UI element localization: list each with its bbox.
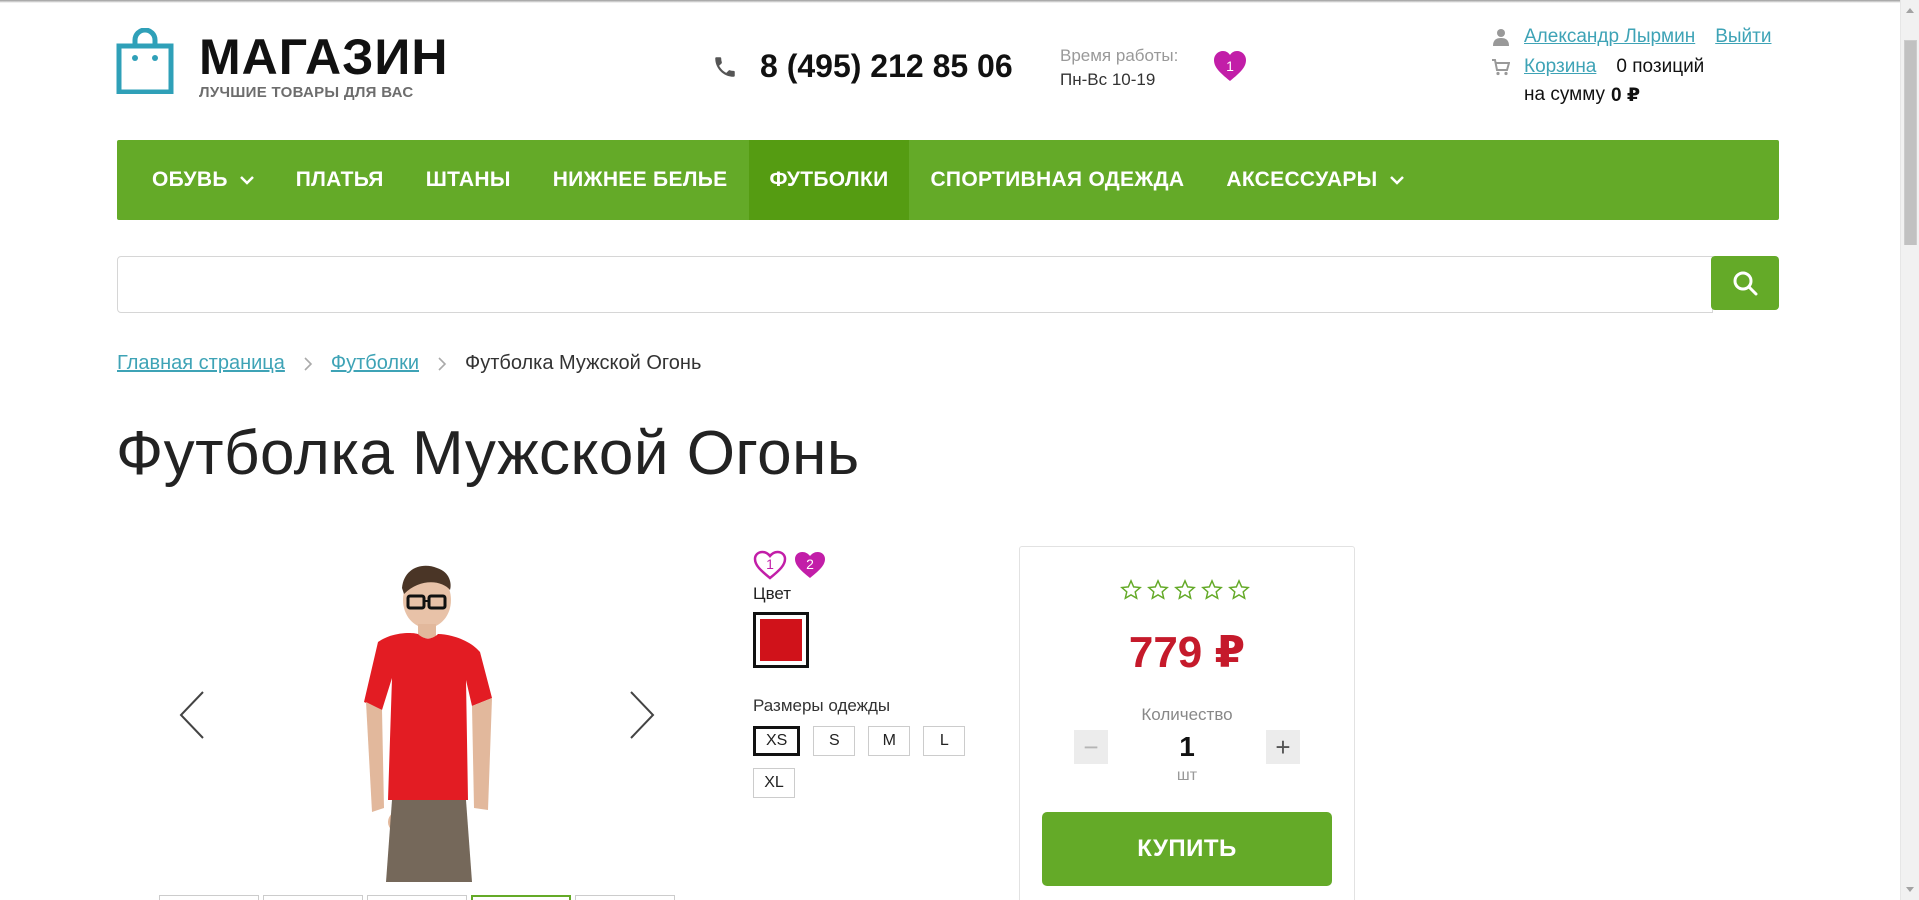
favorites-count: 1: [1226, 58, 1234, 74]
size-selector: XS S M L XL: [753, 726, 983, 810]
chevron-down-icon: [1389, 176, 1404, 185]
nav-item-label: НИЖНЕЕ БЕЛЬЕ: [552, 168, 728, 191]
favorite-button[interactable]: 2: [793, 550, 827, 580]
nav-item-label: ОБУВЬ: [152, 168, 228, 191]
user-panel: Александр Лырмин Выйти Корзина 0 позиций…: [1492, 22, 1771, 108]
nav-item-label: СПОРТИВНАЯ ОДЕЖДА: [930, 168, 1185, 191]
sizes-label: Размеры одежды: [753, 696, 891, 715]
nav-item-pants[interactable]: ШТАНЫ: [405, 140, 532, 220]
chevron-down-icon: [239, 176, 254, 185]
star-outline-icon: [1174, 579, 1196, 600]
working-hours: Время работы: Пн-Вс 10-19: [1060, 44, 1178, 92]
user-icon: [1493, 29, 1509, 46]
chevron-right-icon[interactable]: [627, 690, 657, 740]
nav-item-shoes[interactable]: ОБУВЬ: [117, 140, 275, 220]
color-label: Цвет: [753, 584, 792, 603]
shopping-bag-icon: [116, 28, 174, 94]
chevron-left-icon[interactable]: [177, 690, 207, 740]
phone-icon: [715, 56, 735, 77]
page-scrollbar[interactable]: [1900, 0, 1919, 900]
page-title: Футболка Мужской Огонь: [116, 419, 860, 488]
logo-subtitle: ЛУЧШИЕ ТОВАРЫ ДЛЯ ВАС: [199, 84, 414, 101]
quantity-increase-button[interactable]: +: [1266, 730, 1300, 764]
breadcrumb: Главная страница Футболки Футболка Мужск…: [117, 352, 701, 375]
size-option-m[interactable]: M: [868, 726, 911, 756]
thumbnail[interactable]: [263, 895, 363, 900]
star-outline-icon: [1120, 579, 1142, 600]
star-outline-icon: [1201, 579, 1223, 600]
thumbnail-strip: [159, 895, 679, 900]
compare-button[interactable]: 1: [753, 550, 787, 580]
nav-item-tshirts[interactable]: ФУТБОЛКИ: [748, 140, 910, 220]
breadcrumb-current: Футболка Мужской Огонь: [465, 352, 702, 374]
chevron-right-icon: [438, 356, 447, 371]
header-phone[interactable]: 8 (495) 212 85 06: [712, 48, 1013, 85]
product-price: 779 ₽: [1128, 628, 1246, 677]
star-outline-icon: [1228, 579, 1250, 600]
nav-item-label: ШТАНЫ: [425, 168, 511, 191]
size-option-xs[interactable]: XS: [753, 726, 801, 756]
search-bar: [117, 256, 1779, 313]
color-swatch-fill: [760, 619, 802, 661]
scrollbar-thumb[interactable]: [1904, 40, 1917, 245]
search-button[interactable]: [1711, 256, 1779, 310]
hours-label: Время работы:: [1060, 46, 1179, 65]
nav-item-label: ФУТБОЛКИ: [769, 168, 889, 191]
favorites-badge[interactable]: 1: [1213, 50, 1247, 82]
scroll-down-arrow-icon[interactable]: [1906, 887, 1914, 892]
star-outline-icon: [1147, 579, 1169, 600]
breadcrumb-home[interactable]: Главная страница: [117, 352, 285, 375]
cart-items-count: 0 позиций: [1616, 56, 1705, 77]
size-option-xl[interactable]: XL: [753, 768, 795, 798]
quantity-label: Количество: [1141, 705, 1233, 724]
search-input[interactable]: [117, 256, 1713, 313]
nav-item-sportswear[interactable]: СПОРТИВНАЯ ОДЕЖДА: [909, 140, 1205, 220]
search-icon: [1733, 271, 1758, 296]
product-image[interactable]: [322, 560, 512, 882]
buy-button[interactable]: КУПИТЬ: [1042, 812, 1332, 886]
rating-stars[interactable]: [1120, 579, 1255, 601]
favorite-count: 2: [806, 556, 814, 572]
cart-icon: [1492, 59, 1510, 76]
quantity-value[interactable]: 1: [1020, 731, 1354, 763]
main-nav: ОБУВЬ ПЛАТЬЯ ШТАНЫ НИЖНЕЕ БЕЛЬЕ ФУТБОЛКИ…: [117, 140, 1779, 220]
cart-sum-label: на сумму: [1524, 84, 1605, 105]
cart-link[interactable]: Корзина: [1524, 56, 1596, 78]
nav-item-label: АКСЕССУАРЫ: [1226, 168, 1378, 191]
breadcrumb-category[interactable]: Футболки: [331, 352, 419, 375]
thumbnail[interactable]: [367, 895, 467, 900]
nav-item-accessories[interactable]: АКСЕССУАРЫ: [1205, 140, 1424, 220]
size-option-l[interactable]: L: [923, 726, 966, 756]
product-gallery: [117, 545, 697, 900]
compare-count: 1: [766, 556, 774, 572]
thumbnail[interactable]: [159, 895, 259, 900]
size-option-s[interactable]: S: [813, 726, 856, 756]
buy-card: 779 ₽ Количество − 1 + шт КУПИТЬ: [1019, 546, 1355, 900]
nav-item-label: ПЛАТЬЯ: [295, 168, 384, 191]
window-top-shadow: [0, 0, 1900, 3]
logo-title: МАГАЗИН: [199, 29, 449, 85]
site-logo[interactable]: МАГАЗИН ЛУЧШИЕ ТОВАРЫ ДЛЯ ВАС: [116, 28, 448, 101]
quantity-unit: шт: [1176, 767, 1198, 784]
logout-link[interactable]: Выйти: [1715, 26, 1771, 48]
chevron-right-icon: [304, 356, 313, 371]
hours-value: Пн-Вс 10-19: [1060, 70, 1156, 89]
color-swatch-red[interactable]: [753, 612, 809, 668]
thumbnail[interactable]: [575, 895, 675, 900]
product-options: 1 2 Цвет Размеры одежды XS S M L XL: [753, 550, 993, 810]
phone-number: 8 (495) 212 85 06: [760, 48, 1013, 84]
nav-item-dresses[interactable]: ПЛАТЬЯ: [275, 140, 405, 220]
cart-sum-value: 0 ₽: [1610, 84, 1641, 106]
thumbnail-selected[interactable]: [471, 895, 571, 900]
scroll-up-arrow-icon[interactable]: [1906, 8, 1914, 13]
nav-item-underwear[interactable]: НИЖНЕЕ БЕЛЬЕ: [532, 140, 749, 220]
user-name-link[interactable]: Александр Лырмин: [1524, 26, 1695, 48]
